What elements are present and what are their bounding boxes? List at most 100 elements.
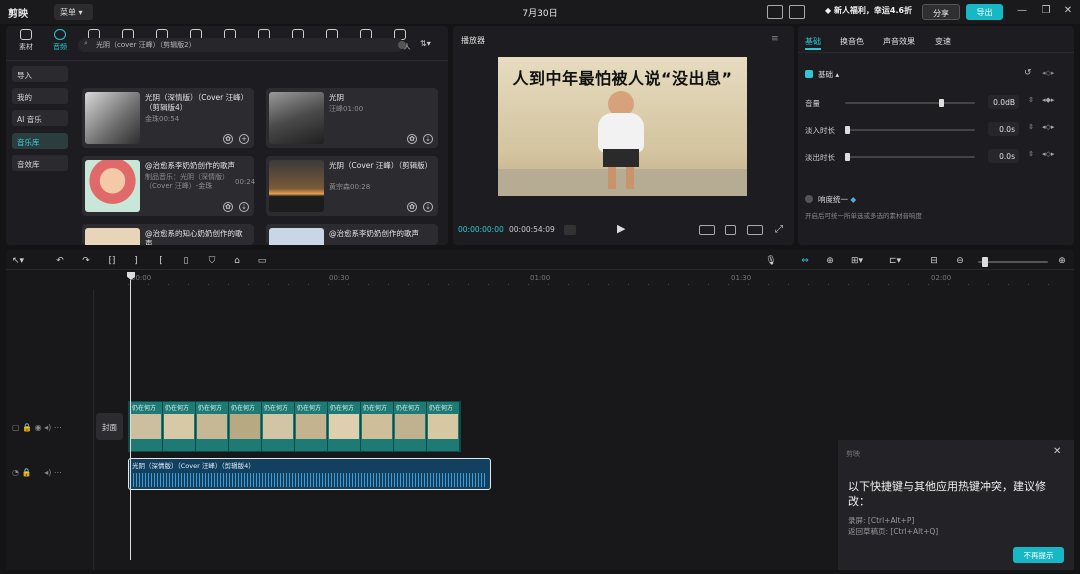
- fade-out-slider[interactable]: [845, 156, 975, 158]
- frame-icon[interactable]: [564, 225, 576, 235]
- keyframe-icon[interactable]: ◂◇▸: [1042, 123, 1054, 131]
- playhead[interactable]: [130, 280, 131, 560]
- music-card[interactable]: @治愈系的知心奶奶创作的歌声: [82, 224, 254, 245]
- keyframe-icon[interactable]: ◂◇▸: [1042, 150, 1054, 158]
- link-icon[interactable]: ⊕: [824, 256, 836, 266]
- keyframe-icon[interactable]: ◂◆▸: [1042, 96, 1054, 104]
- add-icon[interactable]: +: [239, 134, 249, 144]
- fade-out-knob[interactable]: [845, 153, 850, 161]
- split-icon[interactable]: ⁅⁆: [106, 256, 118, 266]
- sidebar-item-sfx-library[interactable]: 音效库: [12, 155, 68, 171]
- sidebar-item-mine[interactable]: 我的: [12, 88, 68, 104]
- favorite-icon[interactable]: ✿: [223, 134, 233, 144]
- video-clip[interactable]: 仍在何方: [261, 402, 294, 451]
- tab-speed[interactable]: 变速: [935, 36, 951, 47]
- video-clip[interactable]: 仍在何方: [360, 402, 393, 451]
- marker-icon[interactable]: ⌂: [231, 256, 243, 266]
- download-icon[interactable]: ⇣: [423, 202, 433, 212]
- volume-slider[interactable]: [845, 102, 975, 104]
- fit-icon[interactable]: ⊟: [928, 256, 940, 266]
- music-card[interactable]: @治愈系李奶奶创作的歌声: [266, 224, 438, 245]
- download-icon[interactable]: ⇣: [423, 134, 433, 144]
- music-card[interactable]: 光阴（深情版）（Cover 汪峰）（剪辑版4） 金珠00:54 ✿ +: [82, 88, 254, 148]
- promo-badge[interactable]: ◆ 新人福利，幸运4.6折: [825, 5, 912, 20]
- video-clip[interactable]: 仍在何方: [129, 402, 162, 451]
- layout-icon[interactable]: [767, 5, 783, 19]
- zoom-out-icon[interactable]: ⊖: [954, 256, 966, 266]
- audio-clip[interactable]: 光阴（深情版）（Cover 汪峰）（剪辑版4）: [128, 458, 491, 490]
- zoom-knob[interactable]: [982, 257, 988, 267]
- music-card[interactable]: 光阴 汪峰01:00 ✿ ⇣: [266, 88, 438, 148]
- preview-axis-icon[interactable]: ⊞▾: [848, 256, 866, 266]
- caption-icon[interactable]: ▭: [256, 256, 268, 266]
- sidebar-item-ai-music[interactable]: AI 音乐: [12, 110, 68, 126]
- sidebar-item-import[interactable]: 导入: [12, 66, 68, 82]
- select-tool-icon[interactable]: ↖▾: [12, 256, 24, 266]
- delete-icon[interactable]: ▯: [180, 256, 192, 266]
- basic-checkbox[interactable]: [805, 70, 813, 78]
- export-button[interactable]: 导出: [966, 4, 1003, 20]
- close-icon[interactable]: ✕: [1053, 446, 1061, 457]
- stepper-icon[interactable]: ⇳: [1028, 123, 1034, 131]
- tab-sound-effects[interactable]: 声音效果: [883, 36, 915, 47]
- tab-voice-change[interactable]: 换音色: [840, 36, 864, 47]
- track-controls[interactable]: ▢ 🔒 ◉ ◂) ⋯: [12, 423, 62, 432]
- split-right-icon[interactable]: ⁅: [155, 256, 167, 266]
- video-clip[interactable]: 仍在何方: [195, 402, 228, 451]
- music-card[interactable]: 光阴（Cover 汪峰）（剪辑版） 黄宗森00:28 ✿ ⇣: [266, 156, 438, 216]
- screen-icon[interactable]: [789, 5, 805, 19]
- favorite-icon[interactable]: ✿: [407, 134, 417, 144]
- menu-button[interactable]: 菜单 ▾: [54, 4, 93, 20]
- fade-out-input[interactable]: 0.0s: [988, 149, 1019, 163]
- stepper-icon[interactable]: ⇳: [1028, 150, 1034, 158]
- shield-icon[interactable]: ⛉: [206, 256, 218, 266]
- ratio-icon[interactable]: [747, 225, 763, 235]
- search-input[interactable]: ⌕ 光阴（cover 汪峰）（剪辑版2）: [78, 38, 404, 52]
- ripple-icon[interactable]: ⊏▾: [884, 256, 906, 266]
- video-clip[interactable]: 仍在何方: [162, 402, 195, 451]
- zoom-in-icon[interactable]: ⊕: [1056, 256, 1068, 266]
- fade-in-input[interactable]: 0.0s: [988, 122, 1019, 136]
- video-preview[interactable]: 人到中年最怕被人说“没出息”: [498, 57, 747, 196]
- video-clip[interactable]: 仍在何方: [426, 402, 459, 451]
- cover-button[interactable]: 封面: [96, 413, 123, 440]
- snap-icon[interactable]: ⇔: [796, 256, 814, 266]
- stepper-icon[interactable]: ⇳: [1028, 96, 1034, 104]
- video-clip[interactable]: 仍在何方: [228, 402, 261, 451]
- zoom-slider[interactable]: [978, 261, 1048, 263]
- undo-icon[interactable]: ↶: [54, 256, 66, 266]
- fade-in-knob[interactable]: [845, 126, 850, 134]
- favorite-icon[interactable]: ✿: [407, 202, 417, 212]
- sidebar-item-music-library[interactable]: 音乐库: [12, 133, 68, 149]
- close-icon[interactable]: ✕: [1062, 5, 1074, 17]
- loudness-toggle[interactable]: [805, 195, 813, 203]
- dont-show-button[interactable]: 不再提示: [1013, 547, 1064, 563]
- minimize-icon[interactable]: —: [1016, 5, 1028, 17]
- audio-track-controls[interactable]: ◔ 🔒 ◂) ⋯: [12, 468, 62, 477]
- reset-icon[interactable]: ↺: [1024, 68, 1032, 78]
- microphone-icon[interactable]: 🎙: [765, 256, 777, 266]
- fullscreen-icon[interactable]: ⤢: [775, 224, 783, 235]
- split-left-icon[interactable]: ⁆: [130, 256, 142, 266]
- video-clip[interactable]: 仍在何方: [393, 402, 426, 451]
- filter-icon[interactable]: ⇅▾: [420, 39, 431, 48]
- keyframe-icon[interactable]: ◂◇▸: [1042, 69, 1054, 77]
- share-button[interactable]: 分享: [922, 4, 960, 20]
- video-clip[interactable]: 仍在何方: [294, 402, 327, 451]
- video-clip[interactable]: 仍在何方: [327, 402, 360, 451]
- tab-basic[interactable]: 基础: [805, 36, 821, 47]
- redo-icon[interactable]: ↷: [80, 256, 92, 266]
- volume-input[interactable]: 0.0dB: [988, 95, 1019, 109]
- fade-in-slider[interactable]: [845, 129, 975, 131]
- maximize-icon[interactable]: ❐: [1040, 5, 1052, 17]
- quality-icon[interactable]: [699, 225, 715, 235]
- menu-icon[interactable]: ≡: [771, 34, 779, 44]
- crop-icon[interactable]: [725, 225, 736, 235]
- volume-knob[interactable]: [939, 99, 944, 107]
- music-card[interactable]: @治愈系李奶奶创作的歌声 制品音乐：光阴（深情版）（Cover 汪峰）-金珠 0…: [82, 156, 255, 216]
- tool-audio[interactable]: 音频: [43, 29, 77, 52]
- tool-media[interactable]: 素材: [9, 29, 43, 52]
- clear-icon[interactable]: [398, 41, 406, 49]
- play-icon[interactable]: ▶: [617, 222, 625, 235]
- favorite-icon[interactable]: ✿: [223, 202, 233, 212]
